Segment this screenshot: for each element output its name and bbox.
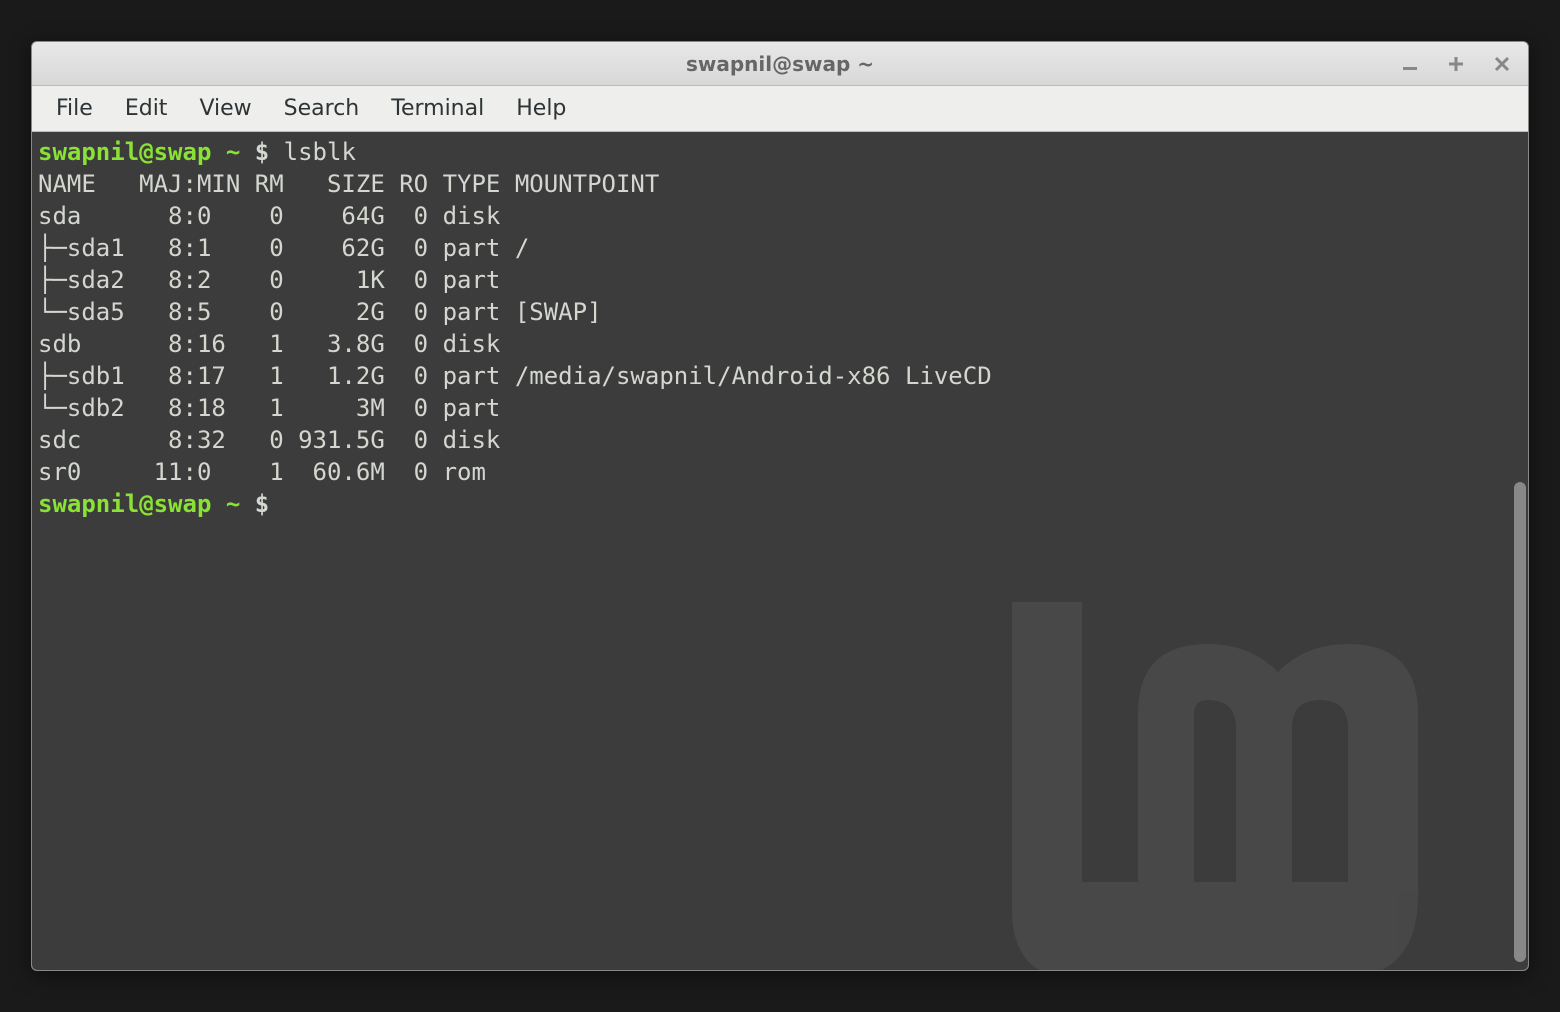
lsblk-row: sdb 8:16 1 3.8G 0 disk bbox=[38, 330, 515, 358]
menu-terminal[interactable]: Terminal bbox=[377, 90, 498, 127]
titlebar[interactable]: swapnil@swap ~ bbox=[32, 42, 1528, 86]
command-text: lsblk bbox=[284, 138, 356, 166]
menu-file[interactable]: File bbox=[42, 90, 107, 127]
plus-icon bbox=[1447, 55, 1465, 73]
prompt-path: ~ bbox=[226, 138, 240, 166]
terminal-content[interactable]: swapnil@swap ~ $ lsblk NAME MAJ:MIN RM S… bbox=[32, 132, 1528, 524]
lsblk-row: sda 8:0 0 64G 0 disk bbox=[38, 202, 515, 230]
maximize-button[interactable] bbox=[1442, 50, 1470, 78]
prompt-path: ~ bbox=[226, 490, 240, 518]
menu-search[interactable]: Search bbox=[270, 90, 374, 127]
lsblk-row: └─sdb2 8:18 1 3M 0 part bbox=[38, 394, 515, 422]
prompt-user: swapnil@swap bbox=[38, 138, 211, 166]
window-controls bbox=[1396, 42, 1516, 85]
minimize-button[interactable] bbox=[1396, 50, 1424, 78]
prompt-symbol: $ bbox=[255, 138, 269, 166]
menu-help[interactable]: Help bbox=[502, 90, 580, 127]
window-title: swapnil@swap ~ bbox=[686, 52, 874, 76]
close-icon bbox=[1493, 55, 1511, 73]
lsblk-row: sdc 8:32 0 931.5G 0 disk bbox=[38, 426, 515, 454]
lsblk-row: sr0 11:0 1 60.6M 0 rom bbox=[38, 458, 515, 486]
terminal-area[interactable]: swapnil@swap ~ $ lsblk NAME MAJ:MIN RM S… bbox=[32, 132, 1528, 970]
lsblk-row: └─sda5 8:5 0 2G 0 part [SWAP] bbox=[38, 298, 602, 326]
lsblk-row: ├─sda1 8:1 0 62G 0 part / bbox=[38, 234, 529, 262]
lsblk-row: ├─sdb1 8:17 1 1.2G 0 part /media/swapnil… bbox=[38, 362, 992, 390]
lsblk-row: ├─sda2 8:2 0 1K 0 part bbox=[38, 266, 515, 294]
terminal-window: swapnil@swap ~ File Edit View Search Ter… bbox=[31, 41, 1529, 971]
lsblk-header: NAME MAJ:MIN RM SIZE RO TYPE MOUNTPOINT bbox=[38, 170, 659, 198]
minimize-icon bbox=[1401, 55, 1419, 73]
scrollbar[interactable] bbox=[1514, 482, 1526, 962]
menu-view[interactable]: View bbox=[185, 90, 265, 127]
menubar: File Edit View Search Terminal Help bbox=[32, 86, 1528, 132]
prompt-user: swapnil@swap bbox=[38, 490, 211, 518]
prompt-symbol: $ bbox=[255, 490, 269, 518]
mint-logo-watermark bbox=[928, 490, 1488, 970]
close-button[interactable] bbox=[1488, 50, 1516, 78]
menu-edit[interactable]: Edit bbox=[111, 90, 182, 127]
